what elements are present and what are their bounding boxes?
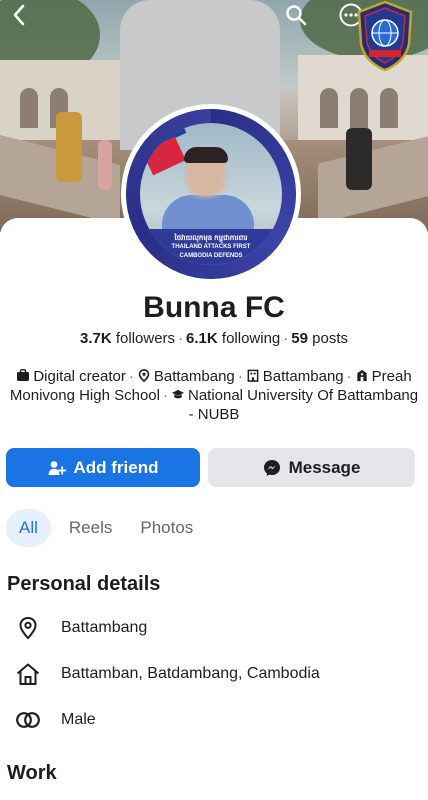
- intro-item-text: Digital creator: [33, 368, 126, 385]
- intro-separator: ·: [237, 368, 243, 385]
- detail-row-gender: Male: [14, 706, 414, 734]
- profile-picture[interactable]: ថៃវាយលុកមុន កម្ពុជាការពារ THAILAND ATTAC…: [121, 104, 301, 284]
- cover-arch: [350, 88, 368, 128]
- intro-item-university: National University Of Battambang - NUBB: [171, 387, 418, 423]
- tab-reels[interactable]: Reels: [59, 509, 122, 547]
- school-icon: [356, 369, 367, 382]
- following-stat[interactable]: 6.1K following: [186, 330, 280, 347]
- detail-row-hometown: Battamban, Batdambang, Cambodia: [14, 660, 414, 688]
- avatar-banner: ថៃវាយលុកមុន កម្ពុជាការពារ THAILAND ATTAC…: [140, 229, 282, 265]
- message-button[interactable]: Message: [208, 448, 415, 487]
- followers-count: 3.7K: [80, 330, 112, 347]
- cover-person-small: [346, 128, 372, 190]
- avatar-banner-line3: CAMBODIA DEFENDS: [179, 253, 243, 259]
- cover-arch: [380, 88, 398, 128]
- back-arrow-icon[interactable]: [6, 2, 32, 28]
- home-icon: [14, 660, 42, 688]
- profile-name: Bunna FC: [143, 291, 285, 324]
- intro-item-text: National University Of Battambang - NUBB: [187, 387, 419, 423]
- intro-separator: ·: [128, 368, 134, 385]
- avatar-photo: ថៃវាយលុកមុន កម្ពុជាការពារ THAILAND ATTAC…: [140, 123, 282, 265]
- watermark-shield-logo: [355, 0, 415, 72]
- building-icon: [247, 369, 259, 382]
- tab-all[interactable]: All: [6, 509, 51, 547]
- posts-label: posts: [312, 330, 348, 347]
- detail-text: Male: [61, 711, 96, 728]
- intro-separator: ·: [162, 387, 168, 404]
- location-pin-icon: [14, 614, 42, 642]
- cover-arch: [320, 88, 338, 128]
- briefcase-icon: [17, 369, 30, 381]
- cover-person-small: [56, 112, 82, 182]
- detail-text: Battamban, Batdambang, Cambodia: [61, 665, 320, 682]
- messenger-icon: [263, 459, 280, 476]
- posts-count: 59: [291, 330, 308, 347]
- location-pin-icon: [138, 369, 150, 382]
- gender-icon: [14, 706, 42, 734]
- cover-arch: [20, 88, 38, 128]
- intro-item-text: Battambang: [262, 368, 344, 385]
- intro-details: Digital creator · Battambang · Battambang · Pr…: [8, 367, 420, 424]
- posts-stat: 59 posts: [291, 330, 348, 347]
- intro-item-location: Battambang: [137, 368, 235, 385]
- followers-label: followers: [115, 330, 176, 347]
- avatar-banner-khmer: ថៃវាយលុកមុន កម្ពុជាការពារ: [174, 235, 248, 242]
- intro-separator: ·: [346, 368, 352, 385]
- intro-item-workplace: Battambang: [246, 368, 344, 385]
- intro-item-text: Battambang: [153, 368, 235, 385]
- work-title: Work: [7, 762, 57, 784]
- graduation-cap-icon: [171, 389, 185, 399]
- profile-tabs: All Reels Photos: [6, 508, 211, 548]
- add-friend-label: Add friend: [73, 457, 159, 477]
- avatar-person-hair: [184, 147, 228, 163]
- detail-text: Battambang: [61, 619, 148, 636]
- followers-stat[interactable]: 3.7K followers: [80, 330, 175, 347]
- stats-separator: ·: [283, 330, 289, 347]
- search-icon[interactable]: [283, 2, 309, 28]
- cover-person-small: [98, 140, 112, 190]
- intro-item-category: Digital creator: [16, 368, 126, 385]
- detail-row-location: Battambang: [14, 614, 414, 642]
- following-count: 6.1K: [186, 330, 218, 347]
- message-label: Message: [288, 457, 361, 477]
- avatar-banner-line2: THAILAND ATTACKS FIRST: [171, 244, 251, 250]
- following-label: following: [221, 330, 281, 347]
- avatar: ថៃវាយលុកមុន កម្ពុជាការពារ THAILAND ATTAC…: [126, 109, 296, 279]
- tab-photos[interactable]: Photos: [130, 509, 203, 547]
- personal-details-title: Personal details: [7, 573, 161, 595]
- profile-stats: 3.7K followers · 6.1K following · 59 posts: [0, 330, 428, 347]
- add-friend-icon: [48, 460, 66, 475]
- stats-separator: ·: [178, 330, 184, 347]
- add-friend-button[interactable]: Add friend: [6, 448, 200, 487]
